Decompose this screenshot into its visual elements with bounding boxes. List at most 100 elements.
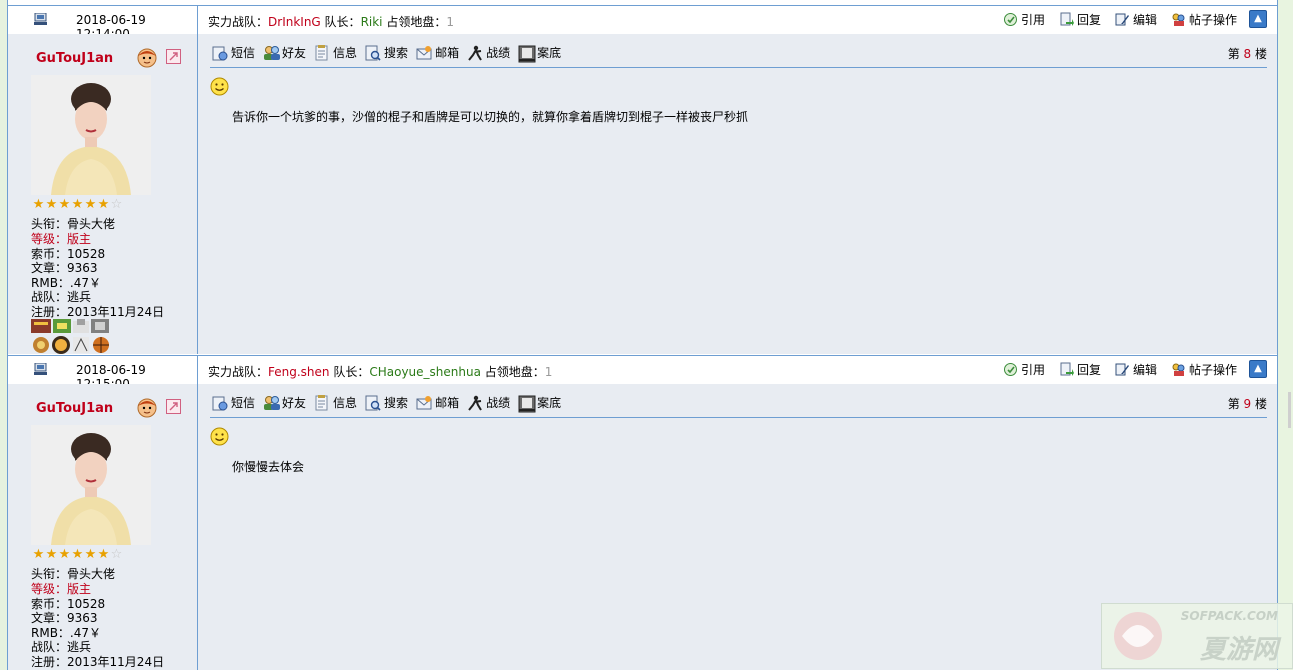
post-ops-label: 帖子操作: [1188, 12, 1237, 27]
quote-button[interactable]: 引用: [1003, 361, 1045, 378]
watermark-url: SOFPACK.COM: [1180, 609, 1278, 623]
quote-icon: [1003, 12, 1018, 27]
captain-link[interactable]: CHaoyue_shenhua: [369, 365, 481, 379]
floor-number: 第 9 楼: [1228, 395, 1267, 412]
case-button[interactable]: 案底: [518, 394, 561, 412]
friends-icon: [263, 395, 281, 411]
user-avatar[interactable]: [31, 425, 151, 545]
captain-link[interactable]: Riki: [361, 15, 383, 29]
user-title: 头衔：骨头大佬: [31, 567, 116, 581]
reply-button[interactable]: 回复: [1059, 11, 1101, 28]
case-label: 案底: [537, 46, 562, 60]
friend-button[interactable]: 好友: [263, 44, 306, 61]
user-registered: 注册：2013年11月24日: [31, 655, 165, 669]
info-icon: [314, 394, 330, 411]
smiley-icon: [210, 77, 229, 96]
reply-button[interactable]: 回复: [1059, 361, 1101, 378]
rank-stars: ★ ★ ★ ★ ★ ★ ☆: [32, 198, 123, 212]
mail-button[interactable]: 邮箱: [416, 394, 459, 411]
user-toolbar: 短信 好友 信息 搜索 邮箱 战绩 案底: [212, 394, 569, 412]
mail-button[interactable]: 邮箱: [416, 44, 459, 61]
friends-icon: [263, 45, 281, 61]
team-link[interactable]: Feng.shen: [268, 365, 330, 379]
post-message: 告诉你一个坑爹的事，沙僧的棍子和盾牌是可以切换的，就算你拿着盾牌切到棍子一样被丧…: [232, 110, 749, 124]
captain-label: 队长：: [329, 365, 370, 379]
quote-button[interactable]: 引用: [1003, 11, 1045, 28]
medal-badges: [31, 319, 121, 359]
user-registered: 注册：2013年11月24日: [31, 305, 165, 319]
user-profile-column: GuTouJ1an ★ ★ ★ ★ ★ ★ ☆ 头衔：骨头大佬 等级：版主 索币…: [8, 384, 198, 670]
user-level: 等级：版主: [31, 582, 92, 596]
star-icon: ★: [71, 197, 84, 212]
post-info-row: 2018-06-19 12:15:00 实力战队：Feng.shen 队长：CH…: [8, 355, 1277, 391]
user-rmb: RMB：.47￥: [31, 626, 102, 640]
search-label: 搜索: [384, 46, 409, 60]
post-actions: 引用 回复 编辑 帖子操作 ▲: [989, 10, 1267, 28]
back-to-top-button[interactable]: ▲: [1249, 360, 1267, 378]
sms-button[interactable]: 短信: [212, 44, 255, 61]
floor-suffix: 楼: [1251, 47, 1267, 61]
info-button[interactable]: 信息: [314, 394, 357, 411]
reply-icon: [1059, 362, 1074, 377]
edit-button[interactable]: 编辑: [1115, 361, 1157, 378]
record-label: 战绩: [486, 46, 511, 60]
search-button[interactable]: 搜索: [365, 44, 408, 61]
user-avatar[interactable]: [31, 75, 151, 195]
external-link-icon[interactable]: [166, 49, 181, 64]
team-info: 实力战队：Feng.shen 队长：CHaoyue_shenhua 占领地盘：1: [208, 363, 552, 380]
mail-label: 邮箱: [435, 396, 460, 410]
male-face-icon: [136, 46, 158, 68]
user-rmb: RMB：.47￥: [31, 276, 102, 290]
scrollbar-thumb[interactable]: [1288, 392, 1291, 428]
user-profile-column: GuTouJ1an ★ ★ ★ ★ ★ ★ ☆ 头衔：骨头大佬 等级：版主 索币…: [8, 34, 198, 354]
team-label: 实力战队：: [208, 15, 269, 29]
reply-label: 回复: [1076, 362, 1101, 377]
star-icon: ★: [45, 547, 58, 562]
territory-label: 占领地盘：: [480, 365, 545, 379]
team-label: 实力战队：: [208, 365, 269, 379]
territory-count: 1: [544, 365, 553, 379]
username-link[interactable]: GuTouJ1an: [36, 51, 113, 66]
floor-suffix: 楼: [1251, 397, 1267, 411]
user-articles: 文章：9363: [31, 611, 98, 625]
film-record-icon: [518, 45, 536, 62]
content-divider: [210, 417, 1267, 418]
record-button[interactable]: 战绩: [467, 394, 510, 411]
sms-icon: [212, 45, 228, 61]
post-body: GuTouJ1an ★ ★ ★ ★ ★ ★ ☆ 头衔：骨头大佬 等级：版主 索币…: [8, 384, 1277, 670]
info-button[interactable]: 信息: [314, 44, 357, 61]
post-body: GuTouJ1an ★ ★ ★ ★ ★ ★ ☆ 头衔：骨头大佬 等级：版主 索币…: [8, 34, 1277, 354]
star-icon: ★: [58, 197, 71, 212]
friend-button[interactable]: 好友: [263, 394, 306, 411]
star-icon: ★: [84, 197, 97, 212]
mail-label: 邮箱: [435, 46, 460, 60]
sms-button[interactable]: 短信: [212, 394, 255, 411]
post-message: 你慢慢去体会: [232, 460, 305, 474]
reply-icon: [1059, 12, 1074, 27]
computer-icon: [34, 363, 47, 375]
record-button[interactable]: 战绩: [467, 44, 510, 61]
male-face-icon: [136, 396, 158, 418]
post-ops-button[interactable]: 帖子操作: [1171, 361, 1237, 378]
user-coins: 索币：10528: [31, 247, 106, 261]
case-button[interactable]: 案底: [518, 44, 562, 62]
post-ops-button[interactable]: 帖子操作: [1171, 11, 1237, 28]
smiley-icon: [210, 427, 229, 446]
team-link[interactable]: DrInkInG: [268, 15, 321, 29]
username-link[interactable]: GuTouJ1an: [36, 401, 113, 416]
search-button[interactable]: 搜索: [365, 394, 408, 411]
star-icon: ★: [97, 547, 110, 562]
back-to-top-button[interactable]: ▲: [1249, 10, 1267, 28]
external-link-icon[interactable]: [166, 399, 181, 414]
post-actions: 引用 回复 编辑 帖子操作 ▲: [989, 360, 1267, 378]
sms-icon: [212, 395, 228, 411]
user-toolbar: 短信 好友 信息 搜索 邮箱 战绩 案底: [212, 44, 569, 62]
friend-label: 好友: [282, 396, 307, 410]
post-ops-icon: [1171, 12, 1186, 27]
edit-icon: [1115, 362, 1130, 377]
user-articles: 文章：9363: [31, 261, 98, 275]
sms-label: 短信: [231, 46, 256, 60]
search-label: 搜索: [384, 396, 409, 410]
edit-button[interactable]: 编辑: [1115, 11, 1157, 28]
quote-label: 引用: [1020, 12, 1045, 27]
